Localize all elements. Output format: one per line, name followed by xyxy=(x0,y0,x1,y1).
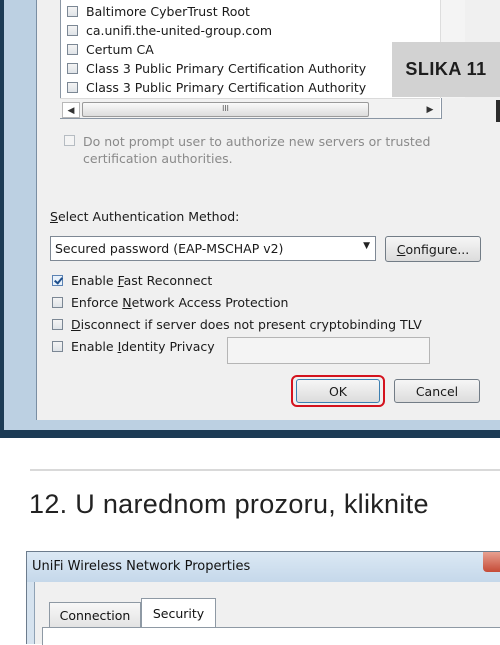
cancel-button[interactable]: Cancel xyxy=(394,379,480,403)
tab-panel xyxy=(42,627,500,645)
cert-label: Class 3 Public Primary Certification Aut… xyxy=(86,79,367,95)
window-body: Connection Security xyxy=(34,582,500,645)
scroll-left-icon[interactable]: ◀ xyxy=(62,102,80,118)
prompt-checkbox xyxy=(64,135,75,146)
auth-method-mnemonic: S xyxy=(50,209,58,224)
configure-mnemonic: C xyxy=(396,241,406,257)
option-identity-privacy[interactable]: Enable Identity Privacy xyxy=(52,337,215,355)
configure-button[interactable]: Configure... xyxy=(385,236,481,262)
configure-label: onfigure... xyxy=(405,241,470,257)
window-titlebar: UniFi Wireless Network Properties xyxy=(27,552,500,582)
close-icon[interactable] xyxy=(483,552,500,572)
cert-item[interactable]: Class 3 Public Primary Certification Aut… xyxy=(67,78,366,96)
fast-reconnect-label: Enable Fast Reconnect xyxy=(71,272,213,288)
figure-caption-overlay: SLIKA 11 xyxy=(392,42,500,97)
instruction-text: 12. U narednom prozoru, kliknite xyxy=(29,489,429,519)
tab-connection[interactable]: Connection xyxy=(49,602,141,627)
option-nap[interactable]: Enforce Network Access Protection xyxy=(52,293,288,311)
scroll-thumb[interactable]: III xyxy=(82,102,369,117)
auth-method-label-text: elect Authentication Method: xyxy=(57,209,240,224)
wireless-properties-window: UniFi Wireless Network Properties Connec… xyxy=(26,551,500,645)
identity-privacy-input[interactable] xyxy=(227,337,430,364)
auth-method-label: Select Authentication Method: xyxy=(50,209,239,224)
tab-security[interactable]: Security xyxy=(141,598,216,628)
prompt-option-line2: certification authorities. xyxy=(83,151,233,166)
cert-item[interactable]: Class 3 Public Primary Certification Aut… xyxy=(67,59,366,77)
cert-checkbox[interactable] xyxy=(67,5,78,17)
cert-item[interactable]: Baltimore CyberTrust Root xyxy=(67,2,250,20)
cert-label: Class 3 Public Primary Certification Aut… xyxy=(86,60,367,76)
prompt-option-line1: Do not prompt user to authorize new serv… xyxy=(83,134,431,149)
cert-checkbox[interactable] xyxy=(67,62,78,74)
cryptobinding-checkbox[interactable] xyxy=(52,318,63,330)
identity-privacy-checkbox[interactable] xyxy=(52,340,63,352)
horizontal-scrollbar[interactable]: ◀ III ▶ xyxy=(60,98,440,118)
section-divider xyxy=(30,469,500,471)
cert-checkbox[interactable] xyxy=(67,81,78,93)
auth-method-select[interactable]: Secured password (EAP-MSCHAP v2) ▼ xyxy=(50,236,376,261)
chevron-down-icon[interactable]: ▼ xyxy=(363,241,370,251)
edge-marker xyxy=(496,100,500,122)
option-fast-reconnect[interactable]: Enable Fast Reconnect xyxy=(52,271,212,289)
cert-label: ca.unifi.the-united-group.com xyxy=(86,22,273,38)
cert-item[interactable]: ca.unifi.the-united-group.com xyxy=(67,21,272,39)
option-cryptobinding[interactable]: Disconnect if server does not present cr… xyxy=(52,315,422,333)
prompt-option-label: Do not prompt user to authorize new serv… xyxy=(83,133,430,167)
cryptobinding-label: Disconnect if server does not present cr… xyxy=(71,316,422,332)
cert-item[interactable]: Certum CA xyxy=(67,40,154,58)
cert-checkbox[interactable] xyxy=(67,43,78,55)
cert-checkbox[interactable] xyxy=(67,24,78,36)
cert-label: Baltimore CyberTrust Root xyxy=(86,3,250,19)
nap-label: Enforce Network Access Protection xyxy=(71,294,289,310)
prompt-option-row: Do not prompt user to authorize new serv… xyxy=(64,133,464,167)
cert-label: Certum CA xyxy=(86,41,154,57)
identity-privacy-label: Enable Identity Privacy xyxy=(71,338,215,354)
scroll-right-icon[interactable]: ▶ xyxy=(422,102,438,116)
auth-method-selected: Secured password (EAP-MSCHAP v2) xyxy=(55,241,284,256)
nap-checkbox[interactable] xyxy=(52,296,63,308)
ok-highlight-outline xyxy=(291,375,385,407)
window-title: UniFi Wireless Network Properties xyxy=(32,559,251,574)
fast-reconnect-checkbox[interactable] xyxy=(52,274,63,286)
